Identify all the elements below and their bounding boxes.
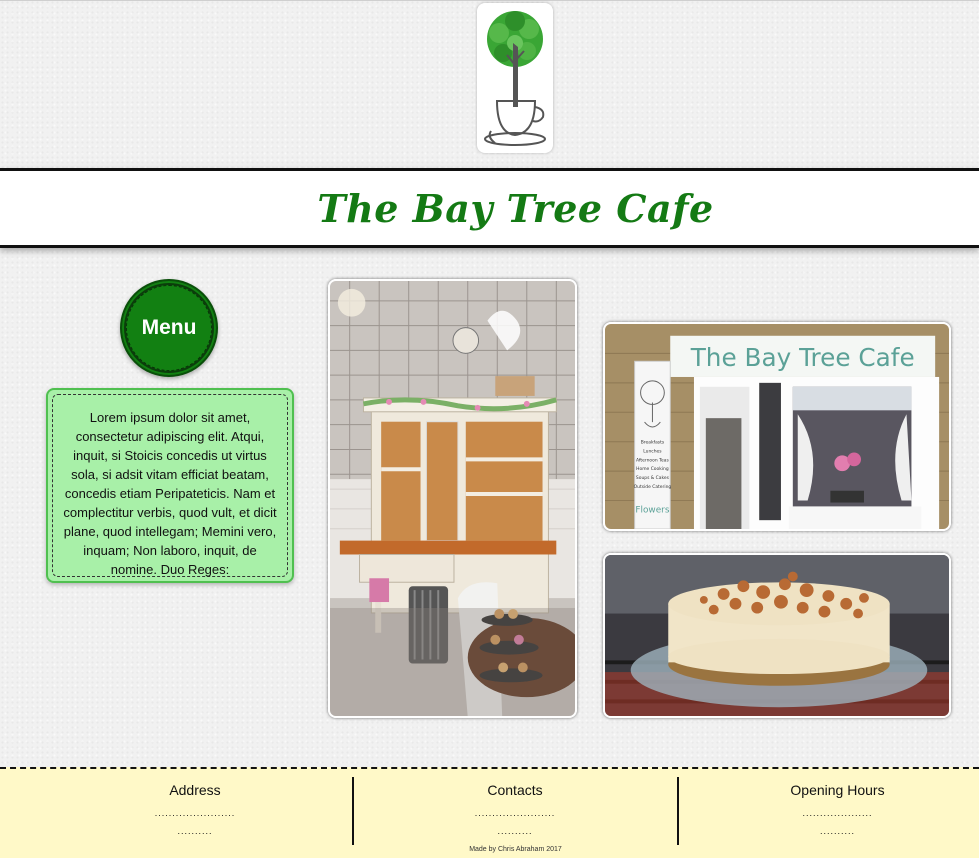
opening-hours-heading: Opening Hours xyxy=(790,782,885,798)
storefront-illustration: The Bay Tree Cafe Breakfasts Lunches Aft… xyxy=(605,324,949,529)
cheesecake-photo xyxy=(603,553,951,718)
intro-text: Lorem ipsum dolor sit amet, consectetur … xyxy=(52,394,288,577)
footer-contacts: Contacts ....................... .......… xyxy=(355,777,675,845)
contacts-line: .......... xyxy=(497,826,533,836)
opening-hours-line: .......... xyxy=(819,826,855,836)
board-line: Soups & Cakes xyxy=(636,475,670,481)
menu-button-label: Menu xyxy=(141,316,197,339)
board-line: Outside Catering xyxy=(634,484,672,490)
page-title: The Bay Tree Cafe xyxy=(317,185,714,231)
intro-box: Lorem ipsum dolor sit amet, consectetur … xyxy=(46,388,294,583)
board-line: Home Cooking xyxy=(636,466,669,472)
footer-credit: Made by Chris Abraham 2017 xyxy=(469,846,562,853)
footer-opening-hours: Opening Hours .................... .....… xyxy=(680,777,979,845)
footer: Address ....................... ........… xyxy=(0,767,979,858)
board-line: Breakfasts xyxy=(641,440,665,446)
footer-divider xyxy=(352,777,354,845)
address-line: ....................... xyxy=(154,808,236,818)
footer-address: Address ....................... ........… xyxy=(40,777,350,845)
opening-hours-line: .................... xyxy=(802,808,873,818)
bay-tree-logo-icon xyxy=(484,11,546,146)
footer-divider xyxy=(677,777,679,845)
contacts-heading: Contacts xyxy=(487,782,543,798)
logo xyxy=(477,3,553,153)
address-heading: Address xyxy=(169,782,221,798)
board-line: Afternoon Teas xyxy=(636,457,669,463)
title-banner: The Bay Tree Cafe xyxy=(0,168,979,248)
cheesecake-illustration xyxy=(605,555,949,716)
board-footer-text: Flowers xyxy=(635,505,669,515)
contacts-line: ....................... xyxy=(474,808,556,818)
cafe-storefront-photo: The Bay Tree Cafe Breakfasts Lunches Aft… xyxy=(603,322,951,531)
cafe-interior-photo xyxy=(328,279,577,718)
interior-illustration xyxy=(330,281,575,716)
menu-button[interactable]: Menu xyxy=(120,279,218,377)
address-line: .......... xyxy=(177,826,213,836)
board-line: Lunches xyxy=(643,449,662,455)
storefront-sign-text: The Bay Tree Cafe xyxy=(690,343,915,372)
